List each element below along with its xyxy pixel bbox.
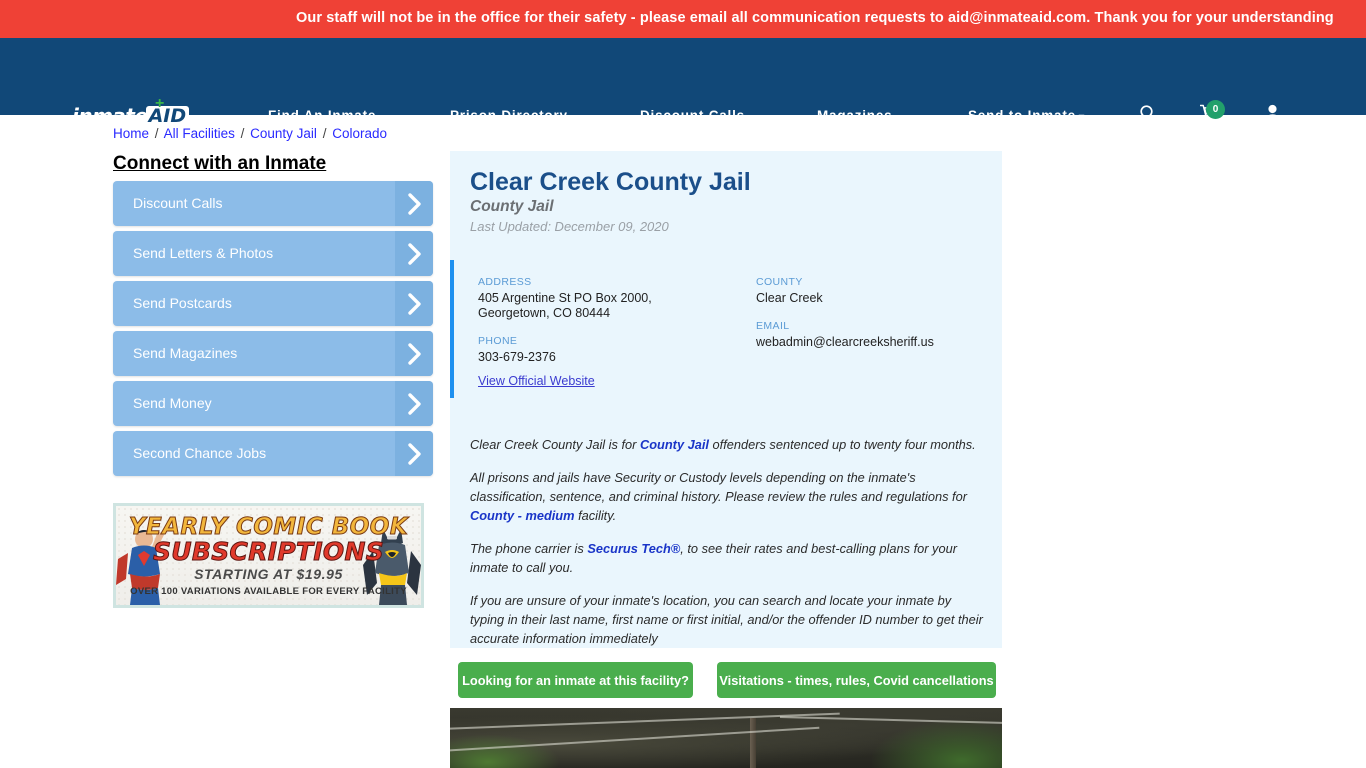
breadcrumb-separator: / bbox=[322, 126, 327, 141]
sidebar-item-label: Send Money bbox=[133, 395, 212, 411]
sidebar-item-send-magazines[interactable]: Send Magazines bbox=[113, 331, 433, 376]
sidebar-item-send-money[interactable]: Send Money bbox=[113, 381, 433, 426]
comic-book-subscription-ad[interactable]: YEARLY COMIC BOOK SUBSCRIPTIONS STARTING… bbox=[113, 503, 424, 608]
sidebar-item-label: Send Postcards bbox=[133, 295, 232, 311]
visitations-button[interactable]: Visitations - times, rules, Covid cancel… bbox=[717, 662, 996, 698]
chevron-right-icon bbox=[395, 331, 433, 376]
facility-photo bbox=[450, 708, 1002, 768]
breadcrumb-item-county-jail[interactable]: County Jail bbox=[250, 126, 317, 141]
accent-bar bbox=[450, 260, 454, 398]
user-icon[interactable] bbox=[1264, 104, 1281, 127]
page-title: Clear Creek County Jail bbox=[470, 168, 751, 196]
sidebar-button-list: Discount Calls Send Letters & Photos Sen… bbox=[113, 181, 433, 481]
facility-type: County Jail bbox=[470, 198, 554, 215]
email-value: webadmin@clearcreeksheriff.us bbox=[756, 335, 934, 349]
details-column-left: ADDRESS 405 Argentine St PO Box 2000, Geo… bbox=[478, 276, 728, 379]
desc-p3-link[interactable]: Securus Tech® bbox=[587, 541, 680, 556]
breadcrumb-item-colorado[interactable]: Colorado bbox=[332, 126, 387, 141]
desc-p1-part-a: Clear Creek County Jail is for bbox=[470, 437, 640, 452]
email-label: EMAIL bbox=[756, 320, 790, 332]
sidebar-item-discount-calls[interactable]: Discount Calls bbox=[113, 181, 433, 226]
description-paragraph-4: If you are unsure of your inmate's locat… bbox=[470, 593, 983, 646]
chevron-right-icon bbox=[395, 231, 433, 276]
ad-subtext-line: OVER 100 VARIATIONS AVAILABLE FOR EVERY … bbox=[130, 586, 407, 597]
facility-description: Clear Creek County Jail is for County Ja… bbox=[470, 435, 985, 662]
sidebar-heading: Connect with an Inmate bbox=[113, 153, 327, 174]
breadcrumb: Home / All Facilities / County Jail / Co… bbox=[113, 126, 387, 141]
description-paragraph-3: The phone carrier is Securus Tech®, to s… bbox=[470, 539, 985, 577]
sidebar-item-label: Discount Calls bbox=[133, 195, 223, 211]
nav-item-prison-directory[interactable]: Prison Directory bbox=[450, 108, 568, 123]
facility-info-panel: Clear Creek County Jail County Jail Last… bbox=[450, 151, 1002, 648]
county-label: COUNTY bbox=[756, 276, 803, 288]
desc-p3-part-a: The phone carrier is bbox=[470, 541, 588, 556]
photo-post bbox=[750, 718, 756, 768]
nav-item-find-an-inmate[interactable]: Find An Inmate bbox=[268, 108, 376, 123]
phone-label: PHONE bbox=[478, 335, 518, 347]
address-value: 405 Argentine St PO Box 2000, Georgetown,… bbox=[478, 291, 652, 320]
breadcrumb-item-all-facilities[interactable]: All Facilities bbox=[164, 126, 235, 141]
breadcrumb-separator: / bbox=[240, 126, 245, 141]
chevron-right-icon bbox=[395, 281, 433, 326]
ad-price-line: STARTING AT $19.95 bbox=[194, 566, 343, 582]
chevron-right-icon bbox=[395, 431, 433, 476]
breadcrumb-item-home[interactable]: Home bbox=[113, 126, 149, 141]
description-paragraph-2: All prisons and jails have Security or C… bbox=[470, 468, 985, 525]
sidebar-item-label: Send Magazines bbox=[133, 345, 238, 361]
main-navigation-bar: inmate AID + Find An Inmate Prison Direc… bbox=[0, 38, 1366, 128]
sidebar-item-second-chance-jobs[interactable]: Second Chance Jobs bbox=[113, 431, 433, 476]
details-column-right: COUNTY Clear Creek EMAIL webadmin@clearc… bbox=[756, 276, 1006, 364]
description-paragraph-1: Clear Creek County Jail is for County Ja… bbox=[470, 435, 985, 454]
view-official-website-link[interactable]: View Official Website bbox=[478, 374, 595, 388]
chevron-right-icon bbox=[395, 181, 433, 226]
address-label: ADDRESS bbox=[478, 276, 532, 288]
sidebar-item-send-postcards[interactable]: Send Postcards bbox=[113, 281, 433, 326]
county-value: Clear Creek bbox=[756, 291, 823, 305]
last-updated-text: Last Updated: December 09, 2020 bbox=[470, 219, 669, 234]
nav-item-discount-calls[interactable]: Discount Calls bbox=[640, 108, 745, 123]
ad-headline-line2: SUBSCRIPTIONS bbox=[152, 537, 385, 567]
desc-p1-link[interactable]: County Jail bbox=[640, 437, 709, 452]
photo-grass-right bbox=[872, 720, 1002, 768]
nav-item-send-to-inmate[interactable]: Send to Inmate ▾ bbox=[968, 108, 1085, 123]
desc-p2-part-c: facility. bbox=[574, 508, 617, 523]
sidebar-item-label: Second Chance Jobs bbox=[133, 445, 267, 461]
chevron-right-icon bbox=[395, 381, 433, 426]
photo-grass-left bbox=[450, 734, 560, 768]
nav-item-magazines[interactable]: Magazines bbox=[817, 108, 892, 123]
phone-value: 303-679-2376 bbox=[478, 350, 556, 364]
sidebar-item-send-letters-photos[interactable]: Send Letters & Photos bbox=[113, 231, 433, 276]
search-icon[interactable] bbox=[1139, 104, 1157, 127]
desc-p1-part-c: offenders sentenced up to twenty four mo… bbox=[708, 437, 976, 452]
desc-p2-part-a: All prisons and jails have Security or C… bbox=[470, 470, 967, 504]
cart-count-badge: 0 bbox=[1206, 100, 1225, 119]
breadcrumb-separator: / bbox=[154, 126, 159, 141]
alert-banner-text: Our staff will not be in the office for … bbox=[296, 10, 1334, 26]
alert-banner: Our staff will not be in the office for … bbox=[0, 0, 1366, 38]
sidebar-item-label: Send Letters & Photos bbox=[133, 245, 274, 261]
nav-links: Find An Inmate Prison Directory Discount… bbox=[0, 108, 1366, 128]
inmate-search-button[interactable]: Looking for an inmate at this facility? bbox=[458, 662, 693, 698]
chevron-down-icon: ▾ bbox=[1078, 112, 1085, 123]
nav-item-send-to-inmate-label: Send to Inmate bbox=[968, 108, 1076, 123]
desc-p2-link[interactable]: County - medium bbox=[470, 508, 575, 523]
